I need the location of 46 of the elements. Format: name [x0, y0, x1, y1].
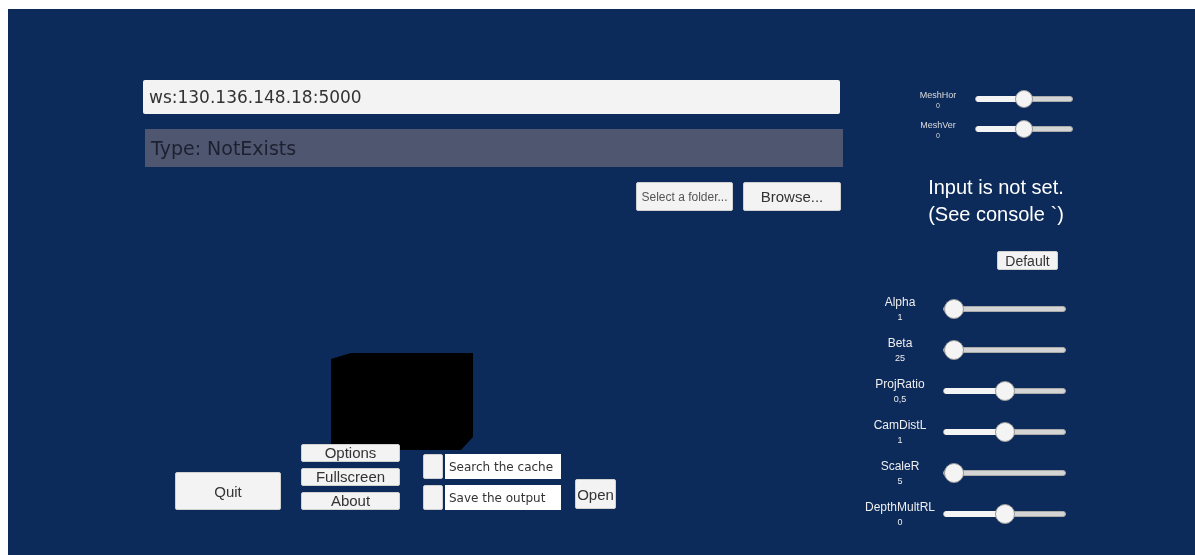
slider-thumb[interactable]: [994, 503, 1015, 524]
slider[interactable]: [942, 380, 1066, 401]
slider[interactable]: [942, 462, 1066, 483]
checkbox-label: Search the cache: [445, 454, 561, 479]
slider[interactable]: [942, 298, 1066, 319]
slider-value: 1: [897, 312, 903, 322]
slider-label: MeshVer: [920, 119, 956, 130]
browse-button[interactable]: Browse...: [743, 182, 841, 211]
type-label: Type: NotExists: [145, 129, 843, 167]
slider-thumb[interactable]: [944, 462, 964, 483]
slider-value: 0,5: [893, 394, 907, 404]
status-message: Input is not set.: [928, 175, 1064, 200]
slider[interactable]: [942, 503, 1066, 524]
slider-value: 25: [895, 353, 905, 363]
slider-label: ProjRatio: [875, 377, 925, 391]
slider-label: Alpha: [884, 295, 916, 309]
slider-value: 1: [897, 435, 903, 445]
status-message: (See console `): [928, 202, 1064, 227]
slider-value: 5: [897, 476, 903, 486]
slider-thumb[interactable]: [994, 380, 1015, 401]
slider[interactable]: [975, 119, 1073, 139]
slider-label: DepthMultRL: [865, 500, 935, 514]
folder-field[interactable]: Select a folder...: [636, 182, 733, 211]
slider-thumb[interactable]: [944, 339, 964, 360]
slider-label: MeshHor: [919, 89, 957, 100]
checkbox[interactable]: [423, 454, 443, 479]
address-field[interactable]: ws:130.136.148.18:5000: [143, 80, 840, 114]
open-button[interactable]: Open: [575, 479, 616, 509]
menu-button[interactable]: Fullscreen: [301, 468, 400, 486]
slider-thumb[interactable]: [1015, 120, 1033, 138]
slider-thumb[interactable]: [994, 421, 1015, 442]
slider-thumb[interactable]: [1015, 90, 1033, 108]
menu-button[interactable]: Options: [301, 444, 400, 462]
checkbox[interactable]: [423, 485, 443, 510]
slider-label: CamDistL: [873, 418, 927, 432]
checkbox-label: Save the output: [445, 485, 561, 510]
slider-thumb[interactable]: [944, 298, 964, 319]
menu-button[interactable]: About: [301, 492, 400, 510]
quit-button[interactable]: Quit: [175, 472, 281, 510]
slider-label: Beta: [887, 336, 913, 350]
slider[interactable]: [942, 339, 1066, 360]
slider-value: 0: [897, 517, 903, 527]
slider[interactable]: [975, 89, 1073, 109]
slider-label: ScaleR: [880, 459, 920, 473]
slider[interactable]: [942, 421, 1066, 442]
default-button[interactable]: Default: [997, 251, 1058, 270]
